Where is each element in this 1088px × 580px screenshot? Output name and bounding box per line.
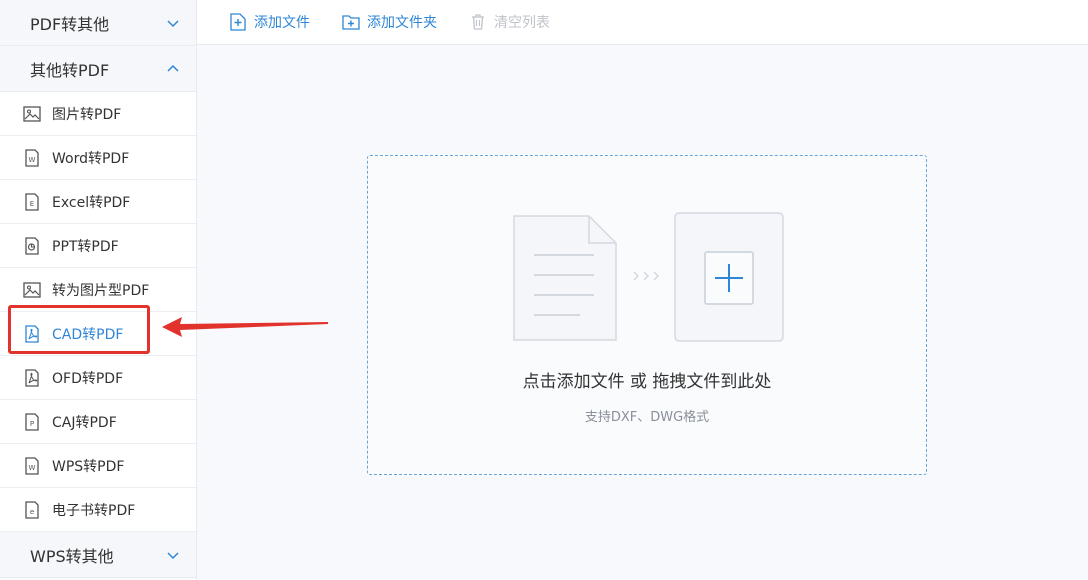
chevron-down-icon <box>167 19 179 27</box>
chevrons-right-icon <box>633 271 659 281</box>
image-icon <box>23 281 41 298</box>
ppt-icon <box>25 236 39 255</box>
sidebar-item-label: WPS转PDF <box>52 458 125 475</box>
add-file-label: 添加文件 <box>254 15 310 31</box>
add-folder-label: 添加文件夹 <box>367 15 437 31</box>
sidebar-item-label: Word转PDF <box>52 150 130 167</box>
sidebar: PDF转其他 其他转PDF 图片转PDF W Word转PDF E Excel转… <box>0 0 197 580</box>
add-target-icon <box>674 212 784 342</box>
drop-format-hint: 支持DXF、DWG格式 <box>584 410 710 425</box>
sidebar-item-to-image-pdf[interactable]: 转为图片型PDF <box>0 268 196 312</box>
sidebar-item-caj-to-pdf[interactable]: P CAJ转PDF <box>0 400 196 444</box>
svg-text:e: e <box>30 508 34 516</box>
svg-text:P: P <box>30 420 34 428</box>
sidebar-item-ofd-to-pdf[interactable]: OFD转PDF <box>0 356 196 400</box>
group-label: PDF转其他 <box>30 14 110 34</box>
sidebar-item-excel-to-pdf[interactable]: E Excel转PDF <box>0 180 196 224</box>
clear-list-label: 清空列表 <box>494 15 550 31</box>
chevron-down-icon <box>167 551 179 559</box>
chevron-up-icon <box>167 64 179 72</box>
svg-text:W: W <box>29 156 36 164</box>
ebook-icon: e <box>25 500 39 519</box>
wps-icon: W <box>25 456 39 475</box>
sidebar-item-wps-to-pdf[interactable]: W WPS转PDF <box>0 444 196 488</box>
add-file-icon <box>230 13 246 31</box>
sidebar-item-label: 转为图片型PDF <box>52 282 150 299</box>
add-folder-icon <box>342 15 360 30</box>
toolbar: 添加文件 添加文件夹 清空列表 <box>197 0 1088 45</box>
drop-main-text: 点击添加文件 或 拖拽文件到此处 <box>522 372 772 392</box>
sidebar-item-cad-to-pdf[interactable]: CAD转PDF <box>0 312 196 356</box>
group-label: 其他转PDF <box>30 60 110 80</box>
sidebar-item-image-to-pdf[interactable]: 图片转PDF <box>0 92 196 136</box>
pdf-icon <box>25 324 39 343</box>
group-other-to-pdf[interactable]: 其他转PDF <box>0 46 196 92</box>
group-label: WPS转其他 <box>30 546 114 566</box>
file-drop-zone[interactable]: 点击添加文件 或 拖拽文件到此处 支持DXF、DWG格式 <box>367 155 927 475</box>
add-folder-button[interactable]: 添加文件夹 <box>342 12 437 32</box>
trash-icon <box>472 14 484 30</box>
sidebar-item-label: 图片转PDF <box>52 106 122 123</box>
sidebar-item-label: 电子书转PDF <box>52 502 136 519</box>
image-icon <box>23 105 41 122</box>
sidebar-item-label: CAJ转PDF <box>52 414 117 431</box>
sidebar-item-label: Excel转PDF <box>52 194 131 211</box>
sidebar-item-ppt-to-pdf[interactable]: PPT转PDF <box>0 224 196 268</box>
sidebar-item-label: OFD转PDF <box>52 370 124 387</box>
pdf-icon <box>25 368 39 387</box>
add-file-button[interactable]: 添加文件 <box>229 12 310 32</box>
svg-text:W: W <box>29 464 36 472</box>
group-wps-to-other[interactable]: WPS转其他 <box>0 532 196 578</box>
sidebar-item-ebook-to-pdf[interactable]: e 电子书转PDF <box>0 488 196 532</box>
svg-text:E: E <box>30 200 34 208</box>
sidebar-item-word-to-pdf[interactable]: W Word转PDF <box>0 136 196 180</box>
clear-list-button[interactable]: 清空列表 <box>469 12 550 32</box>
drop-illustration <box>513 212 784 342</box>
sidebar-item-label: CAD转PDF <box>52 326 124 343</box>
group-pdf-to-other[interactable]: PDF转其他 <box>0 0 196 46</box>
caj-icon: P <box>25 412 39 431</box>
sidebar-item-label: PPT转PDF <box>52 238 119 255</box>
excel-icon: E <box>25 192 39 211</box>
document-icon <box>513 215 617 341</box>
word-icon: W <box>25 148 39 167</box>
